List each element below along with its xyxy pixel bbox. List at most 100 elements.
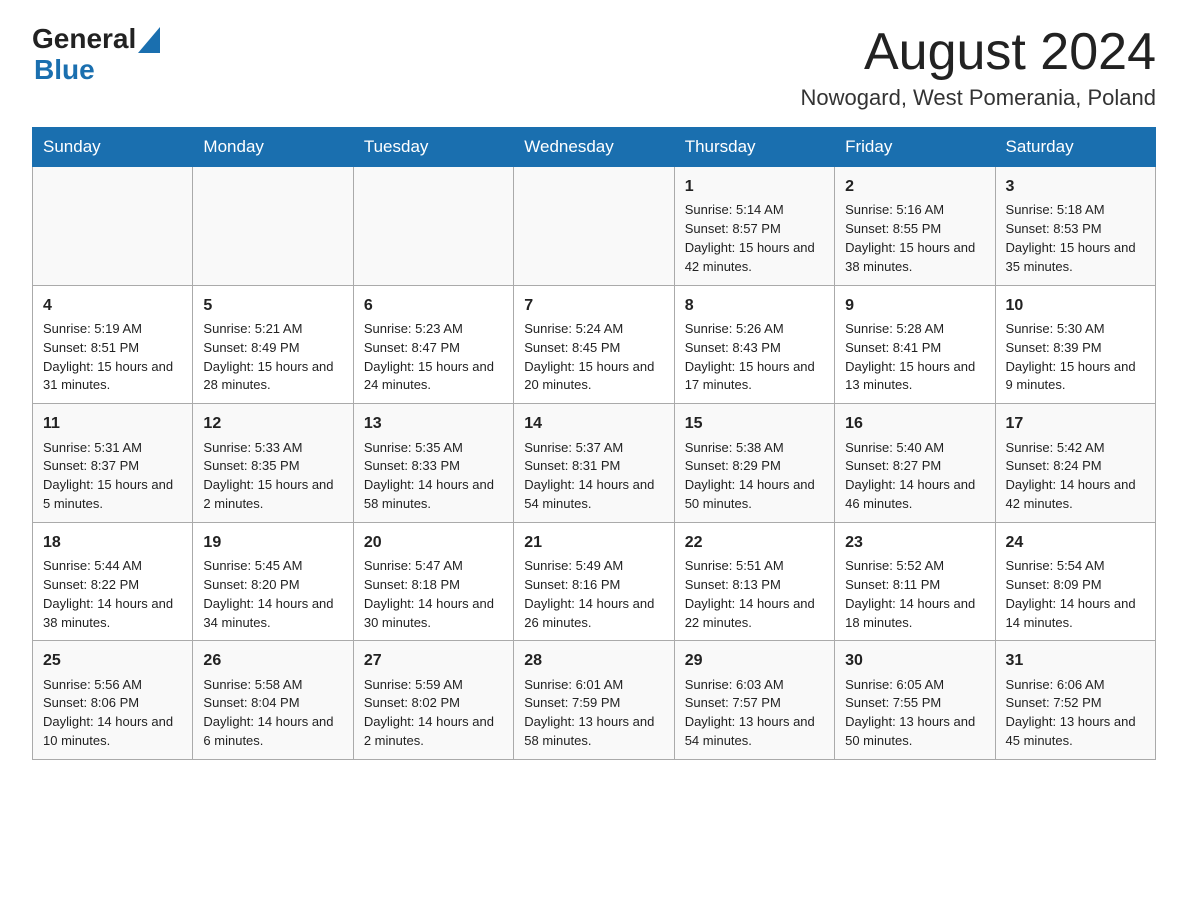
page-header: General Blue August 2024 Nowogard, West …: [32, 24, 1156, 111]
day-number: 26: [203, 649, 342, 672]
week-row-2: 4 Sunrise: 5:19 AMSunset: 8:51 PMDaylight…: [33, 285, 1156, 404]
day-number: 12: [203, 412, 342, 435]
day-info: Sunrise: 6:06 AMSunset: 7:52 PMDaylight:…: [1006, 676, 1145, 751]
day-cell: [33, 167, 193, 286]
day-info: Sunrise: 5:31 AMSunset: 8:37 PMDaylight:…: [43, 439, 182, 514]
day-info: Sunrise: 5:18 AMSunset: 8:53 PMDaylight:…: [1006, 201, 1145, 276]
day-cell: 25 Sunrise: 5:56 AMSunset: 8:06 PMDayligh…: [33, 641, 193, 760]
day-number: 8: [685, 294, 824, 317]
day-cell: 11 Sunrise: 5:31 AMSunset: 8:37 PMDayligh…: [33, 404, 193, 523]
day-number: 31: [1006, 649, 1145, 672]
day-number: 21: [524, 531, 663, 554]
day-info: Sunrise: 5:35 AMSunset: 8:33 PMDaylight:…: [364, 439, 503, 514]
day-info: Sunrise: 6:05 AMSunset: 7:55 PMDaylight:…: [845, 676, 984, 751]
day-cell: 23 Sunrise: 5:52 AMSunset: 8:11 PMDayligh…: [835, 522, 995, 641]
day-info: Sunrise: 5:51 AMSunset: 8:13 PMDaylight:…: [685, 557, 824, 632]
day-cell: 7Sunrise: 5:24 AMSunset: 8:45 PMDaylight…: [514, 285, 674, 404]
day-cell: 1 Sunrise: 5:14 AMSunset: 8:57 PMDaylight…: [674, 167, 834, 286]
logo: General Blue: [32, 24, 160, 86]
day-info: Sunrise: 6:03 AMSunset: 7:57 PMDaylight:…: [685, 676, 824, 751]
week-row-1: 1 Sunrise: 5:14 AMSunset: 8:57 PMDaylight…: [33, 167, 1156, 286]
header-sunday: Sunday: [33, 128, 193, 167]
header-friday: Friday: [835, 128, 995, 167]
day-cell: [193, 167, 353, 286]
day-info: Sunrise: 5:52 AMSunset: 8:11 PMDaylight:…: [845, 557, 984, 632]
day-number: 22: [685, 531, 824, 554]
day-number: 18: [43, 531, 182, 554]
day-info: Sunrise: 5:45 AMSunset: 8:20 PMDaylight:…: [203, 557, 342, 632]
day-info: Sunrise: 5:56 AMSunset: 8:06 PMDaylight:…: [43, 676, 182, 751]
logo-triangle-icon: [138, 27, 160, 53]
day-number: 29: [685, 649, 824, 672]
logo-blue-text: Blue: [34, 55, 160, 86]
day-number: 4: [43, 294, 182, 317]
day-info: Sunrise: 5:19 AMSunset: 8:51 PMDaylight:…: [43, 320, 182, 395]
day-cell: [514, 167, 674, 286]
logo-general-text: General: [32, 24, 136, 55]
day-cell: 4 Sunrise: 5:19 AMSunset: 8:51 PMDaylight…: [33, 285, 193, 404]
day-cell: 17Sunrise: 5:42 AMSunset: 8:24 PMDayligh…: [995, 404, 1155, 523]
day-cell: 6Sunrise: 5:23 AMSunset: 8:47 PMDaylight…: [353, 285, 513, 404]
day-cell: 12Sunrise: 5:33 AMSunset: 8:35 PMDayligh…: [193, 404, 353, 523]
day-number: 16: [845, 412, 984, 435]
header-thursday: Thursday: [674, 128, 834, 167]
day-number: 10: [1006, 294, 1145, 317]
day-info: Sunrise: 5:38 AMSunset: 8:29 PMDaylight:…: [685, 439, 824, 514]
day-cell: 2Sunrise: 5:16 AMSunset: 8:55 PMDaylight…: [835, 167, 995, 286]
day-cell: 3 Sunrise: 5:18 AMSunset: 8:53 PMDaylight…: [995, 167, 1155, 286]
month-title: August 2024: [801, 24, 1156, 81]
week-row-3: 11 Sunrise: 5:31 AMSunset: 8:37 PMDayligh…: [33, 404, 1156, 523]
day-cell: 24 Sunrise: 5:54 AMSunset: 8:09 PMDayligh…: [995, 522, 1155, 641]
day-number: 23: [845, 531, 984, 554]
day-cell: 30 Sunrise: 6:05 AMSunset: 7:55 PMDayligh…: [835, 641, 995, 760]
day-number: 17: [1006, 412, 1145, 435]
day-number: 27: [364, 649, 503, 672]
day-cell: 18 Sunrise: 5:44 AMSunset: 8:22 PMDayligh…: [33, 522, 193, 641]
day-number: 5: [203, 294, 342, 317]
day-cell: 22 Sunrise: 5:51 AMSunset: 8:13 PMDayligh…: [674, 522, 834, 641]
day-number: 1: [685, 175, 824, 198]
day-info: Sunrise: 5:14 AMSunset: 8:57 PMDaylight:…: [685, 201, 824, 276]
title-block: August 2024 Nowogard, West Pomerania, Po…: [801, 24, 1156, 111]
location-subtitle: Nowogard, West Pomerania, Poland: [801, 85, 1156, 111]
day-cell: 20 Sunrise: 5:47 AMSunset: 8:18 PMDayligh…: [353, 522, 513, 641]
day-info: Sunrise: 5:28 AMSunset: 8:41 PMDaylight:…: [845, 320, 984, 395]
day-number: 30: [845, 649, 984, 672]
day-number: 19: [203, 531, 342, 554]
day-info: Sunrise: 5:47 AMSunset: 8:18 PMDaylight:…: [364, 557, 503, 632]
day-number: 2: [845, 175, 984, 198]
day-info: Sunrise: 5:37 AMSunset: 8:31 PMDaylight:…: [524, 439, 663, 514]
header-wednesday: Wednesday: [514, 128, 674, 167]
header-saturday: Saturday: [995, 128, 1155, 167]
day-number: 28: [524, 649, 663, 672]
day-number: 15: [685, 412, 824, 435]
day-cell: 16 Sunrise: 5:40 AMSunset: 8:27 PMDayligh…: [835, 404, 995, 523]
calendar-header-row: SundayMondayTuesdayWednesdayThursdayFrid…: [33, 128, 1156, 167]
day-info: Sunrise: 5:26 AMSunset: 8:43 PMDaylight:…: [685, 320, 824, 395]
day-cell: 21 Sunrise: 5:49 AMSunset: 8:16 PMDayligh…: [514, 522, 674, 641]
day-cell: 27 Sunrise: 5:59 AMSunset: 8:02 PMDayligh…: [353, 641, 513, 760]
day-cell: 28Sunrise: 6:01 AMSunset: 7:59 PMDayligh…: [514, 641, 674, 760]
day-info: Sunrise: 5:40 AMSunset: 8:27 PMDaylight:…: [845, 439, 984, 514]
day-info: Sunrise: 5:49 AMSunset: 8:16 PMDaylight:…: [524, 557, 663, 632]
day-info: Sunrise: 5:59 AMSunset: 8:02 PMDaylight:…: [364, 676, 503, 751]
day-number: 20: [364, 531, 503, 554]
day-cell: 10Sunrise: 5:30 AMSunset: 8:39 PMDayligh…: [995, 285, 1155, 404]
week-row-5: 25 Sunrise: 5:56 AMSunset: 8:06 PMDayligh…: [33, 641, 1156, 760]
day-number: 3: [1006, 175, 1145, 198]
day-cell: 31 Sunrise: 6:06 AMSunset: 7:52 PMDayligh…: [995, 641, 1155, 760]
day-number: 24: [1006, 531, 1145, 554]
day-number: 11: [43, 412, 182, 435]
day-number: 25: [43, 649, 182, 672]
day-info: Sunrise: 5:44 AMSunset: 8:22 PMDaylight:…: [43, 557, 182, 632]
day-info: Sunrise: 5:54 AMSunset: 8:09 PMDaylight:…: [1006, 557, 1145, 632]
day-info: Sunrise: 5:21 AMSunset: 8:49 PMDaylight:…: [203, 320, 342, 395]
header-tuesday: Tuesday: [353, 128, 513, 167]
day-cell: 9Sunrise: 5:28 AMSunset: 8:41 PMDaylight…: [835, 285, 995, 404]
day-info: Sunrise: 5:58 AMSunset: 8:04 PMDaylight:…: [203, 676, 342, 751]
day-cell: 14 Sunrise: 5:37 AMSunset: 8:31 PMDayligh…: [514, 404, 674, 523]
day-number: 14: [524, 412, 663, 435]
day-cell: [353, 167, 513, 286]
day-cell: 19 Sunrise: 5:45 AMSunset: 8:20 PMDayligh…: [193, 522, 353, 641]
day-cell: 5 Sunrise: 5:21 AMSunset: 8:49 PMDaylight…: [193, 285, 353, 404]
